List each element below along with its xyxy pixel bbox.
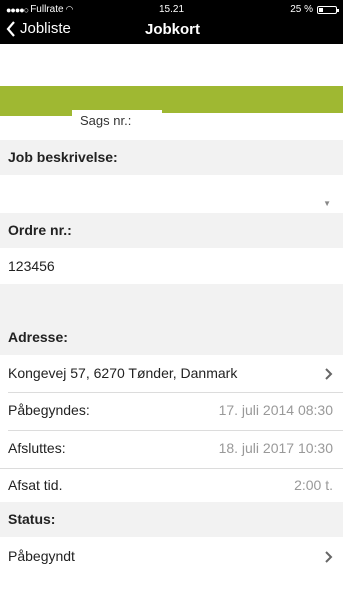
divider <box>8 392 343 393</box>
back-label: Jobliste <box>20 20 71 37</box>
page-title: Jobkort <box>145 21 201 38</box>
address-header: Adresse: <box>0 320 343 355</box>
section-spacer <box>0 284 343 324</box>
battery-level <box>319 7 323 12</box>
case-number-label: Sags nr.: <box>72 110 162 132</box>
end-value: 18. juli 2017 10:30 <box>218 440 333 456</box>
address-row[interactable]: Kongevej 57, 6270 Tønder, Danmark <box>0 365 343 385</box>
address-value: Kongevej 57, 6270 Tønder, Danmark <box>8 365 238 381</box>
end-row[interactable]: Afsluttes: 18. juli 2017 10:30 <box>0 440 343 460</box>
nav-bar: Jobliste Jobkort <box>0 18 343 44</box>
battery-icon <box>317 5 339 14</box>
status-bar: ●●●●○ Fullrate ◠ 15.21 25 % <box>0 0 343 18</box>
job-description-header: Job beskrivelse: <box>0 140 343 175</box>
chevron-left-icon <box>6 20 15 37</box>
start-row[interactable]: Påbegyndes: 17. juli 2014 08:30 <box>0 402 343 422</box>
status-header: Status: <box>0 502 343 537</box>
divider <box>0 468 343 469</box>
order-number-value[interactable]: 123456 <box>0 258 343 278</box>
order-number-header: Ordre nr.: <box>0 213 343 248</box>
start-value: 17. juli 2014 08:30 <box>218 402 333 418</box>
case-number-field[interactable] <box>162 113 343 127</box>
time-allotted-value: 2:00 t. <box>294 477 333 493</box>
start-label: Påbegyndes: <box>8 402 90 418</box>
time-allotted-row[interactable]: Afsat tid. 2:00 t. <box>0 477 343 497</box>
chevron-right-icon <box>325 551 333 563</box>
battery-text: 25 % <box>290 4 313 15</box>
battery-info: 25 % <box>290 4 339 15</box>
job-description-field[interactable]: ▼ <box>0 175 343 215</box>
accent-bar <box>0 86 343 116</box>
status-row[interactable]: Påbegyndt <box>0 548 343 568</box>
status-value: Påbegyndt <box>8 548 75 564</box>
divider <box>8 430 343 431</box>
time-allotted-label: Afsat tid. <box>8 477 63 493</box>
chevron-right-icon <box>325 368 333 380</box>
end-label: Afsluttes: <box>8 440 66 456</box>
back-button[interactable]: Jobliste <box>6 20 71 37</box>
dropdown-caret-icon: ▼ <box>323 199 331 208</box>
